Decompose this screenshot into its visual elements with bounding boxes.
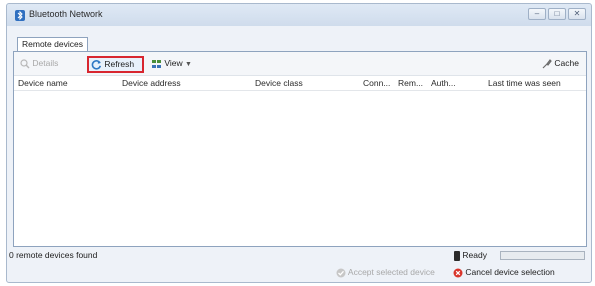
column-device-address[interactable]: Device address — [122, 78, 181, 88]
refresh-label: Refresh — [104, 59, 135, 69]
status-bar: 0 remote devices found Ready — [7, 249, 591, 263]
progress-bar — [500, 251, 585, 260]
magnifier-icon — [20, 59, 30, 69]
column-device-name[interactable]: Device name — [18, 78, 68, 88]
column-authenticated[interactable]: Auth... — [431, 78, 456, 88]
column-last-seen[interactable]: Last time was seen — [488, 78, 561, 88]
tab-remote-devices[interactable]: Remote devices — [17, 37, 88, 51]
chevron-down-icon: ▼ — [185, 61, 192, 68]
column-device-class[interactable]: Device class — [255, 78, 303, 88]
refresh-button[interactable]: Refresh — [87, 56, 144, 73]
bluetooth-adapter-icon — [454, 250, 460, 261]
cancel-label: Cancel device selection — [465, 267, 555, 277]
devices-found-status: 0 remote devices found — [9, 250, 98, 260]
cache-icon — [542, 58, 552, 69]
view-label: View — [164, 58, 183, 68]
accept-device-button[interactable]: Accept selected device — [336, 267, 435, 278]
toolbar: Details Refresh View ▼ Cache — [14, 52, 586, 76]
ready-indicator: Ready — [454, 250, 487, 261]
details-label: Details — [32, 58, 59, 68]
column-header-row: Device name Device address Device class … — [14, 76, 586, 91]
title-bar[interactable]: Bluetooth Network – □ ✕ — [7, 4, 591, 26]
action-bar: Accept selected device Cancel device sel… — [7, 266, 591, 280]
bluetooth-network-window: Bluetooth Network – □ ✕ Remote devices D… — [6, 3, 592, 283]
cancel-icon — [453, 268, 463, 278]
view-dropdown[interactable]: View ▼ — [152, 57, 192, 70]
ready-label: Ready — [462, 250, 487, 260]
view-icon — [152, 59, 161, 68]
minimize-button[interactable]: – — [528, 8, 546, 20]
tab-strip: Remote devices — [13, 37, 585, 51]
bluetooth-icon — [15, 10, 25, 21]
accept-icon — [336, 268, 346, 278]
cancel-device-selection-button[interactable]: Cancel device selection — [453, 267, 555, 278]
window-title: Bluetooth Network — [29, 9, 103, 19]
remote-devices-panel: Details Refresh View ▼ Cache Device name… — [13, 51, 587, 247]
column-connected[interactable]: Conn... — [363, 78, 390, 88]
close-button[interactable]: ✕ — [568, 8, 586, 20]
cache-button[interactable]: Cache — [542, 57, 579, 70]
maximize-button[interactable]: □ — [548, 8, 566, 20]
device-list[interactable] — [14, 91, 586, 246]
refresh-icon — [91, 60, 102, 70]
cache-label: Cache — [554, 58, 579, 68]
column-remembered[interactable]: Rem... — [398, 78, 423, 88]
details-button[interactable]: Details — [20, 57, 58, 70]
accept-label: Accept selected device — [347, 267, 435, 277]
